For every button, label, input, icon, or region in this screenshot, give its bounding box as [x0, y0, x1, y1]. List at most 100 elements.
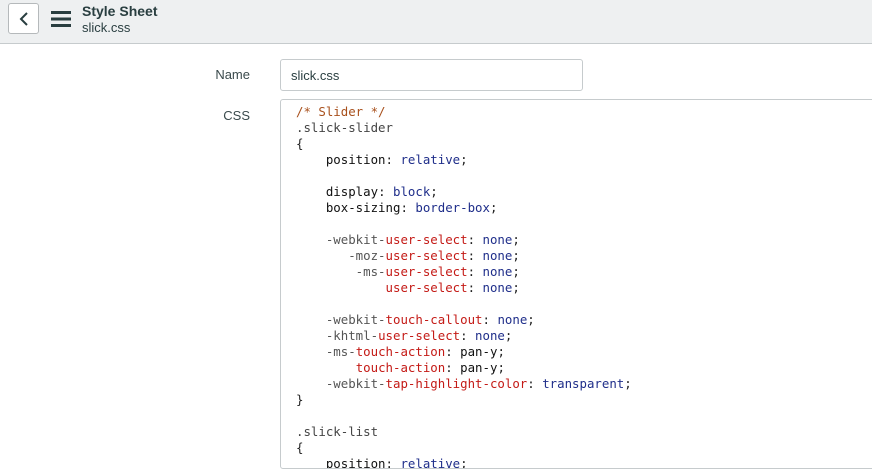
code-token: -moz- — [296, 248, 386, 263]
code-token: user-select — [385, 280, 468, 295]
code-token: -webkit- — [296, 312, 386, 327]
code-token: touch-callout — [385, 312, 483, 327]
code-line: user-select: none; — [296, 280, 632, 296]
code-line: { — [296, 440, 632, 456]
code-line: /* Slider */ — [296, 104, 632, 120]
code-token: none — [482, 232, 513, 247]
code-token: : — [385, 152, 401, 167]
chevron-left-icon — [19, 11, 28, 26]
code-token: : — [385, 456, 401, 469]
code-line: touch-action: pan-y; — [296, 360, 632, 376]
code-token: /* Slider */ — [296, 104, 386, 119]
code-line: .slick-list — [296, 424, 632, 440]
code-token: .slick-list — [296, 424, 379, 439]
code-token: tap-highlight-color — [385, 376, 528, 391]
code-token: ; — [512, 280, 520, 295]
code-token: : — [445, 344, 461, 359]
code-token: ; — [512, 264, 520, 279]
code-token: user-select — [385, 264, 468, 279]
code-token: ; — [460, 456, 468, 469]
code-token: -ms- — [296, 344, 356, 359]
code-token: ; — [489, 200, 498, 215]
code-token: box-sizing — [296, 200, 401, 215]
code-token: user-select — [385, 248, 468, 263]
code-token: { — [296, 440, 304, 455]
header-titles: Style Sheet slick.css — [82, 3, 157, 36]
code-token: none — [497, 312, 528, 327]
code-token: relative — [400, 456, 461, 469]
code-token: : — [467, 264, 483, 279]
code-token: touch-action — [355, 360, 446, 375]
code-token: ; — [504, 328, 513, 343]
code-line: display: block; — [296, 184, 632, 200]
code-token: none — [482, 264, 513, 279]
code-line: { — [296, 136, 632, 152]
code-line: -ms-touch-action: pan-y; — [296, 344, 632, 360]
code-token: user-select — [378, 328, 461, 343]
code-line: -webkit-user-select: none; — [296, 232, 632, 248]
code-token: none — [475, 328, 505, 343]
code-token: pan-y — [460, 344, 498, 359]
css-code: /* Slider */.slick-slider{ position: rel… — [296, 104, 632, 469]
code-token: : — [445, 360, 461, 375]
code-line: } — [296, 392, 632, 408]
code-token: : — [400, 200, 416, 215]
code-token: : — [527, 376, 543, 391]
page-subtitle: slick.css — [82, 20, 131, 35]
code-token: ; — [497, 344, 505, 359]
code-token: ; — [460, 152, 468, 167]
code-token: -khtml- — [296, 328, 379, 343]
code-token: : — [467, 232, 483, 247]
code-token: { — [296, 136, 304, 151]
code-token: ; — [497, 360, 505, 375]
code-line: -webkit-tap-highlight-color: transparent… — [296, 376, 632, 392]
css-editor[interactable]: /* Slider */.slick-slider{ position: rel… — [280, 99, 872, 469]
code-token: ; — [512, 232, 520, 247]
code-token: border-box — [415, 200, 490, 215]
code-token: position — [296, 456, 386, 469]
code-token: : — [460, 328, 476, 343]
page-title: Style Sheet — [82, 3, 158, 19]
code-token: .slick-slider — [296, 120, 393, 135]
name-input[interactable] — [280, 59, 583, 91]
code-token: : — [467, 280, 483, 295]
code-token: relative — [400, 152, 461, 167]
css-label: CSS — [223, 108, 250, 123]
code-line: -khtml-user-select: none; — [296, 328, 632, 344]
code-line: -webkit-touch-callout: none; — [296, 312, 632, 328]
code-token: block — [392, 184, 431, 199]
code-token: -webkit- — [296, 232, 386, 247]
code-line: .slick-slider — [296, 120, 632, 136]
code-token: touch-action — [355, 344, 446, 359]
code-token: -webkit- — [296, 376, 386, 391]
code-token: ; — [512, 248, 520, 263]
code-token: position — [296, 152, 386, 167]
code-token: ; — [430, 184, 438, 199]
code-token: none — [482, 280, 513, 295]
back-button[interactable] — [8, 3, 39, 34]
code-token: pan-y — [460, 360, 498, 375]
code-token: transparent — [542, 376, 625, 391]
code-token: : — [482, 312, 498, 327]
code-line: position: relative; — [296, 152, 632, 168]
hamburger-menu-icon[interactable] — [51, 11, 71, 27]
header-bar: Style Sheet slick.css — [0, 0, 872, 44]
code-line: -moz-user-select: none; — [296, 248, 632, 264]
code-line: box-sizing: border-box; — [296, 200, 632, 216]
code-token: : — [378, 184, 393, 199]
code-token: ; — [624, 376, 632, 391]
code-token: } — [296, 392, 304, 407]
code-token: user-select — [385, 232, 468, 247]
code-token: -ms- — [296, 264, 386, 279]
code-token: : — [467, 248, 483, 263]
code-token: display — [296, 184, 379, 199]
code-line: -ms-user-select: none; — [296, 264, 632, 280]
code-line: position: relative; — [296, 456, 632, 469]
code-token: none — [482, 248, 513, 263]
